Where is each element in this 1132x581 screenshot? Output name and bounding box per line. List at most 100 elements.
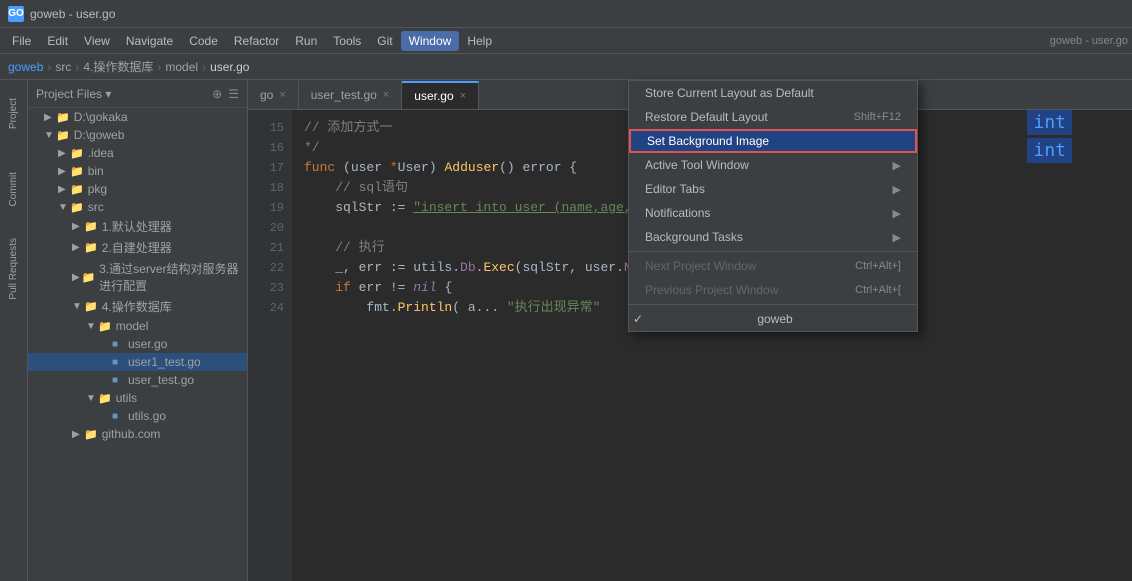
editor-area: go × user_test.go × user.go × 15 16 17 1…	[248, 80, 1132, 581]
tree-item-usergo[interactable]: ▶ ■ user.go	[28, 335, 247, 353]
tree-label: utils	[116, 391, 137, 405]
tree-item-user1testgo[interactable]: ▶ ■ user1_test.go	[28, 353, 247, 371]
tab-user-test-close[interactable]: ×	[383, 89, 389, 101]
tree-item-pkg[interactable]: ▶ 📁 pkg	[28, 180, 247, 198]
locate-icon[interactable]: ⊕	[212, 87, 222, 101]
tree-item-utilsgo[interactable]: ▶ ■ utils.go	[28, 407, 247, 425]
settings-icon[interactable]: ☰	[228, 87, 239, 101]
title-bar-text: goweb - user.go	[30, 7, 115, 21]
tree-item-db[interactable]: ▼ 📁 4.操作数据库	[28, 296, 247, 317]
file-tree-actions: ⊕ ☰	[212, 87, 239, 101]
tree-item-model[interactable]: ▼ 📁 model	[28, 317, 247, 335]
menu-separator-2	[629, 304, 917, 305]
app-icon: GO	[8, 6, 24, 22]
menu-notifications[interactable]: Notifications ▶	[629, 201, 917, 225]
tab-user-test[interactable]: user_test.go ×	[299, 81, 402, 109]
breadcrumb-src[interactable]: src	[55, 60, 71, 74]
tree-label: 3.通过server结构对服务器进行配置	[99, 260, 247, 294]
menu-help[interactable]: Help	[459, 31, 500, 51]
menu-git[interactable]: Git	[369, 31, 400, 51]
tab-user-label: user.go	[414, 89, 453, 103]
menu-set-bg-image[interactable]: Set Background Image	[629, 129, 917, 153]
menu-set-bg-image-label: Set Background Image	[647, 134, 769, 148]
menu-background-tasks-arrow: ▶	[893, 231, 901, 244]
menu-separator-1	[629, 251, 917, 252]
menu-edit[interactable]: Edit	[39, 31, 76, 51]
project-panel-btn[interactable]: Project	[3, 84, 25, 144]
tab-user-test-label: user_test.go	[311, 88, 377, 102]
menu-code[interactable]: Code	[181, 31, 226, 51]
menu-prev-window-shortcut: Ctrl+Alt+[	[855, 284, 901, 296]
breadcrumb-goweb[interactable]: goweb	[8, 60, 43, 74]
tree-item-src[interactable]: ▼ 📁 src	[28, 198, 247, 216]
menu-navigate[interactable]: Navigate	[118, 31, 181, 51]
menu-restore-layout-shortcut: Shift+F12	[854, 111, 901, 123]
tab-go-close[interactable]: ×	[279, 89, 285, 101]
tree-label: 1.默认处理器	[102, 218, 172, 235]
menu-prev-window[interactable]: Previous Project Window Ctrl+Alt+[	[629, 278, 917, 302]
commit-panel-btn[interactable]: Commit	[3, 164, 25, 214]
tree-item-handler1[interactable]: ▶ 📁 1.默认处理器	[28, 216, 247, 237]
tab-user[interactable]: user.go ×	[402, 81, 479, 109]
breadcrumb-file[interactable]: user.go	[210, 60, 249, 74]
tab-go-label: go	[260, 88, 273, 102]
menu-next-window[interactable]: Next Project Window Ctrl+Alt+]	[629, 254, 917, 278]
tree-label: github.com	[102, 427, 161, 441]
tree-label: bin	[88, 164, 104, 178]
menu-editor-tabs-label: Editor Tabs	[645, 182, 705, 196]
tree-label: user.go	[128, 337, 167, 351]
menu-tools[interactable]: Tools	[325, 31, 369, 51]
menu-active-tool-window-label: Active Tool Window	[645, 158, 749, 172]
tree-item-usertestgo[interactable]: ▶ ■ user_test.go	[28, 371, 247, 389]
breadcrumb-folder[interactable]: 4.操作数据库	[83, 58, 153, 75]
tree-label: D:\gokaka	[74, 110, 128, 124]
main-layout: Project Commit Pull Requests Project Fil…	[0, 80, 1132, 581]
tab-user-close[interactable]: ×	[460, 90, 466, 102]
project-name: goweb - user.go	[1050, 35, 1128, 47]
tree-item-goweb[interactable]: ▼ 📁 D:\goweb	[28, 126, 247, 144]
tree-item-gokaka[interactable]: ▶ 📁 D:\gokaka	[28, 108, 247, 126]
menu-background-tasks[interactable]: Background Tasks ▶	[629, 225, 917, 249]
file-tree-title: Project Files ▾	[36, 87, 111, 101]
breadcrumb: goweb › src › 4.操作数据库 › model › user.go	[0, 54, 1132, 80]
menu-restore-layout[interactable]: Restore Default Layout Shift+F12	[629, 105, 917, 129]
tab-go[interactable]: go ×	[248, 81, 299, 109]
menu-goweb[interactable]: ✓ goweb	[629, 307, 917, 331]
side-panel-icons: Project Commit Pull Requests	[0, 80, 28, 581]
menu-run[interactable]: Run	[287, 31, 325, 51]
menu-active-tool-window[interactable]: Active Tool Window ▶	[629, 153, 917, 177]
check-icon: ✓	[633, 312, 645, 326]
tree-item-server[interactable]: ▶ 📁 3.通过server结构对服务器进行配置	[28, 258, 247, 296]
menu-next-window-label: Next Project Window	[645, 259, 756, 273]
tree-label: pkg	[88, 182, 107, 196]
tree-item-utils[interactable]: ▼ 📁 utils	[28, 389, 247, 407]
file-tree: Project Files ▾ ⊕ ☰ ▶ 📁 D:\gokaka ▼ 📁 D:…	[28, 80, 248, 581]
tree-item-bin[interactable]: ▶ 📁 bin	[28, 162, 247, 180]
tree-label: D:\goweb	[74, 128, 125, 142]
menu-notifications-arrow: ▶	[893, 207, 901, 220]
menu-active-tool-window-arrow: ▶	[893, 159, 901, 172]
menu-refactor[interactable]: Refactor	[226, 31, 287, 51]
tree-label: 2.自建处理器	[102, 239, 172, 256]
menu-view[interactable]: View	[76, 31, 118, 51]
tree-label: utils.go	[128, 409, 166, 423]
menu-restore-layout-label: Restore Default Layout	[645, 110, 768, 124]
pull-requests-btn[interactable]: Pull Requests	[3, 234, 25, 304]
menu-editor-tabs[interactable]: Editor Tabs ▶	[629, 177, 917, 201]
menu-window[interactable]: Window	[401, 31, 460, 51]
file-tree-header: Project Files ▾ ⊕ ☰	[28, 80, 247, 108]
tree-label: src	[88, 200, 104, 214]
tree-label: user_test.go	[128, 373, 194, 387]
tree-item-handler2[interactable]: ▶ 📁 2.自建处理器	[28, 237, 247, 258]
tree-label: user1_test.go	[128, 355, 201, 369]
menu-goweb-label: goweb	[757, 312, 792, 326]
menu-prev-window-label: Previous Project Window	[645, 283, 778, 297]
menu-notifications-label: Notifications	[645, 206, 710, 220]
menu-file[interactable]: File	[4, 31, 39, 51]
tree-item-idea[interactable]: ▶ 📁 .idea	[28, 144, 247, 162]
tree-label: .idea	[88, 146, 114, 160]
breadcrumb-model[interactable]: model	[165, 60, 198, 74]
menu-store-layout[interactable]: Store Current Layout as Default	[629, 81, 917, 105]
tree-item-github[interactable]: ▶ 📁 github.com	[28, 425, 247, 443]
menu-next-window-shortcut: Ctrl+Alt+]	[855, 260, 901, 272]
